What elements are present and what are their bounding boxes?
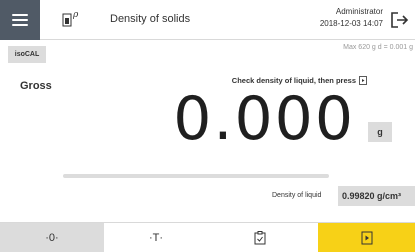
- app-title: Density of solids: [110, 13, 191, 25]
- user-info: Administrator 2018-12-03 14:07: [320, 6, 383, 30]
- checklist-icon: [254, 231, 266, 245]
- density-liquid-label: Density of liquid: [272, 192, 322, 199]
- bottom-toolbar: ·0· ·T·: [0, 222, 415, 252]
- hamburger-icon-line: [12, 14, 28, 16]
- header-bar: ρ Density of solids Administrator 2018-1…: [0, 0, 415, 40]
- review-button[interactable]: [208, 223, 312, 252]
- confirm-icon: [359, 76, 367, 85]
- menu-button[interactable]: [0, 0, 40, 40]
- weight-value: 0.000: [173, 84, 355, 154]
- tare-button[interactable]: ·T·: [104, 223, 208, 252]
- start-document-icon: [361, 231, 372, 245]
- hamburger-icon-line: [12, 24, 28, 26]
- capacity-bar: [63, 174, 329, 178]
- logout-button[interactable]: [389, 10, 411, 30]
- unit-button[interactable]: g: [368, 122, 392, 142]
- gross-label: Gross: [20, 80, 52, 92]
- user-name: Administrator: [335, 7, 383, 16]
- confirm-button[interactable]: [318, 223, 415, 252]
- svg-text:ρ: ρ: [72, 10, 79, 20]
- density-liquid-value[interactable]: 0.99820 g/cm³: [338, 186, 415, 206]
- zero-button[interactable]: ·0·: [0, 223, 104, 252]
- density-app-icon: ρ: [62, 8, 80, 32]
- logout-icon: [391, 12, 409, 28]
- isocal-button[interactable]: isoCAL: [8, 46, 46, 63]
- date-time: 2018-12-03 14:07: [319, 19, 383, 28]
- hamburger-icon-line: [12, 19, 28, 21]
- capacity-info: Max 620 g d = 0.001 g: [343, 44, 413, 51]
